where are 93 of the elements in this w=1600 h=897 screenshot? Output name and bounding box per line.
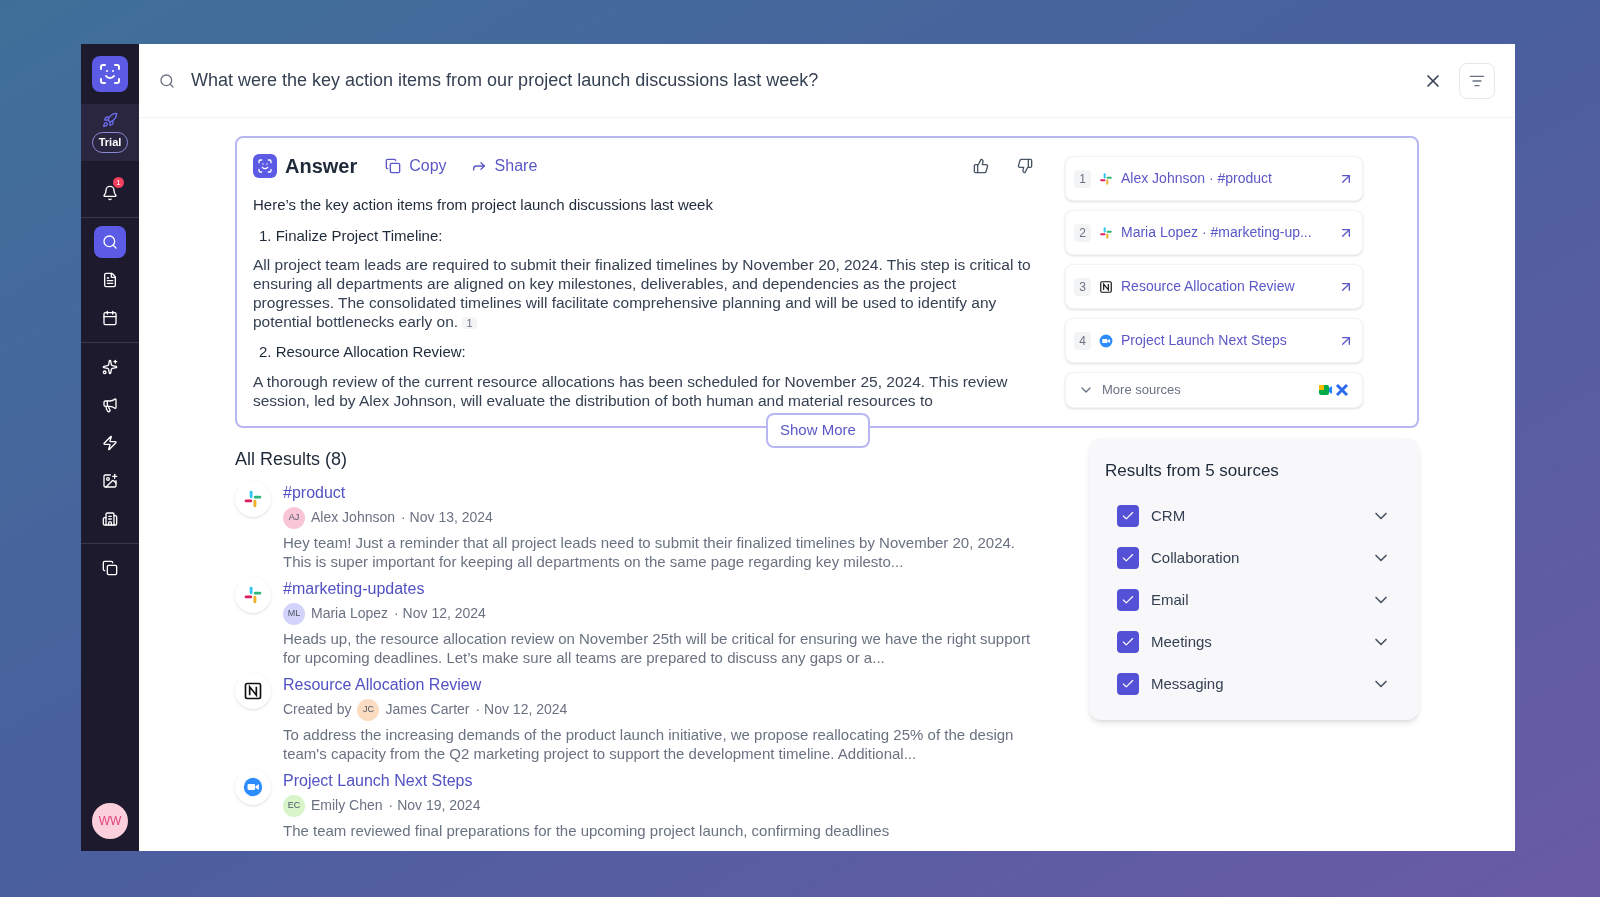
letter-n-logo-icon [243, 680, 263, 701]
copy-icon [102, 559, 118, 576]
result-title[interactable]: #marketing-updates [283, 579, 425, 597]
author-avatar: AJ [283, 506, 305, 529]
copy-button[interactable]: Copy [377, 150, 455, 182]
checkbox[interactable] [1117, 589, 1139, 611]
answer-logo [253, 154, 277, 178]
source-title: Maria Lopez · #marketing-up... [1121, 223, 1313, 242]
rocket-icon [102, 112, 118, 128]
notification-badge: 1 [113, 176, 124, 188]
filter-label: Meetings [1151, 631, 1213, 652]
answer-heading: 2. Resource Allocation Review: [259, 342, 467, 362]
hash-logo-icon [243, 488, 263, 509]
megaphone-icon [102, 396, 118, 413]
result-snippet: Hey team! Just a reminder that all project leads need to submit their finalized timelines by November 20, 2024. This is super important for keeping all departments on the same page regarding key milesto... [283, 532, 1017, 571]
search-button[interactable] [94, 225, 126, 258]
results-heading: All Results (8) [235, 447, 349, 471]
calendar-icon [102, 309, 118, 326]
source-link[interactable]: 1 Alex Johnson · #product [1065, 156, 1363, 201]
answer-paragraph: A thorough review of the current resource allocations has been scheduled for November 25, 2024. This review session, led by Alex Johnson, will evaluate the distribution of both human and material resources to [253, 371, 1009, 410]
result-author: Maria Lopez [311, 604, 389, 623]
source-title: Alex Johnson · #product [1121, 169, 1273, 188]
source-number: 1 [1074, 169, 1091, 188]
result-author: Emily Chen [311, 796, 383, 815]
result-snippet: The team reviewed final preparations for the upcoming project launch, confirming deadlines [283, 820, 891, 840]
image-icon [102, 472, 118, 489]
result-date: · Nov 12, 2024 [394, 604, 486, 623]
check-icon [1121, 635, 1135, 649]
hash-logo-icon [243, 584, 263, 605]
hash-logo-icon [1099, 225, 1113, 240]
result-date: · Nov 13, 2024 [401, 508, 493, 527]
filter-label: Email [1151, 589, 1190, 610]
search-icon [102, 233, 118, 250]
notifications-button[interactable]: 1 [94, 176, 126, 209]
video-camera-logo-icon [1099, 333, 1113, 348]
thumbs-down-icon[interactable] [1017, 158, 1033, 174]
result-title[interactable]: Project Launch Next Steps [283, 771, 473, 789]
answer-intro: Here’s the key action items from project launch discussions last week [253, 195, 714, 215]
result-title[interactable]: #product [283, 483, 346, 501]
check-icon [1121, 593, 1135, 607]
hash-logo-icon [1099, 171, 1113, 186]
source-link[interactable]: 4 Project Launch Next Steps [1065, 318, 1363, 363]
lightning-icon [102, 434, 118, 451]
checkbox[interactable] [1117, 631, 1139, 653]
citation-marker[interactable]: 1 [462, 317, 477, 329]
more-sources-label: More sources [1102, 381, 1182, 400]
video-camera-logo-icon [243, 776, 263, 797]
result-author: Alex Johnson [311, 508, 396, 527]
search-icon [159, 72, 175, 89]
source-number: 3 [1074, 277, 1091, 296]
thumbs-up-icon[interactable] [973, 158, 989, 174]
result-date: · Nov 19, 2024 [388, 796, 481, 815]
search-field[interactable]: What were the key action items from our project launch discussions last week? [191, 67, 1407, 94]
app-logos-icon [1318, 383, 1350, 397]
letter-n-logo-icon [1099, 279, 1113, 294]
check-icon [1121, 677, 1135, 691]
copy-icon [385, 158, 402, 174]
answer-heading: 1. Finalize Project Timeline: [259, 225, 444, 246]
result-date: · Nov 12, 2024 [475, 700, 568, 719]
share-button[interactable]: Share [462, 150, 546, 182]
checkbox[interactable] [1117, 673, 1139, 695]
author-avatar: EC [283, 794, 305, 817]
check-icon [1121, 509, 1135, 523]
result-author: James Carter [385, 700, 470, 719]
app-logo[interactable] [92, 56, 128, 92]
source-link[interactable]: 3 Resource Allocation Review [1065, 264, 1363, 309]
result-snippet: Heads up, the resource allocation review on November 25th will be critical for ensuring we have the right support for upcoming deadlines. Let’s make sure all teams are prepared to discuss any gaps or a... [283, 628, 1032, 667]
filter-label: CRM [1151, 505, 1187, 526]
building-icon [102, 510, 118, 527]
result-created-by: Created by [283, 700, 352, 719]
author-avatar: JC [357, 698, 380, 721]
author-avatar: ML [283, 602, 305, 625]
source-title: Project Launch Next Steps [1121, 331, 1288, 350]
filter-panel-title: Results from 5 sources [1105, 459, 1280, 482]
notifications-icon [102, 184, 118, 201]
source-number: 4 [1074, 331, 1091, 350]
source-link[interactable]: 2 Maria Lopez · #marketing-up... [1065, 210, 1363, 255]
source-title: Resource Allocation Review [1121, 277, 1296, 296]
source-number: 2 [1074, 223, 1091, 242]
result-title[interactable]: Resource Allocation Review [283, 675, 482, 693]
filter-button[interactable] [1459, 62, 1495, 99]
result-snippet: To address the increasing demands of the product launch initiative, we propose reallocating 25% of the design team's capacity from the Q2 marketing project to support the development timeline. Additional... [283, 724, 1015, 763]
sparkles-icon [102, 358, 118, 375]
more-sources-button[interactable]: More sources [1065, 372, 1363, 408]
show-more-button[interactable]: Show More [766, 413, 870, 448]
checkbox[interactable] [1117, 505, 1139, 527]
checkbox[interactable] [1117, 547, 1139, 569]
filter-label: Messaging [1151, 673, 1225, 694]
check-icon [1121, 551, 1135, 565]
answer-title: Answer [285, 154, 358, 179]
document-icon [102, 271, 118, 288]
filter-label: Collaboration [1151, 547, 1241, 568]
answer-paragraph: All project team leads are required to submit their finalized timelines by November 20, 2024. This step is critical to ensuring all departments are aligned on key milestones, deliverables, and dependencies as the project progresses. The consolidated timelines will facilitate comprehensive planning and will be used to identify any potential bottlenecks early on. 1 [253, 255, 1032, 332]
